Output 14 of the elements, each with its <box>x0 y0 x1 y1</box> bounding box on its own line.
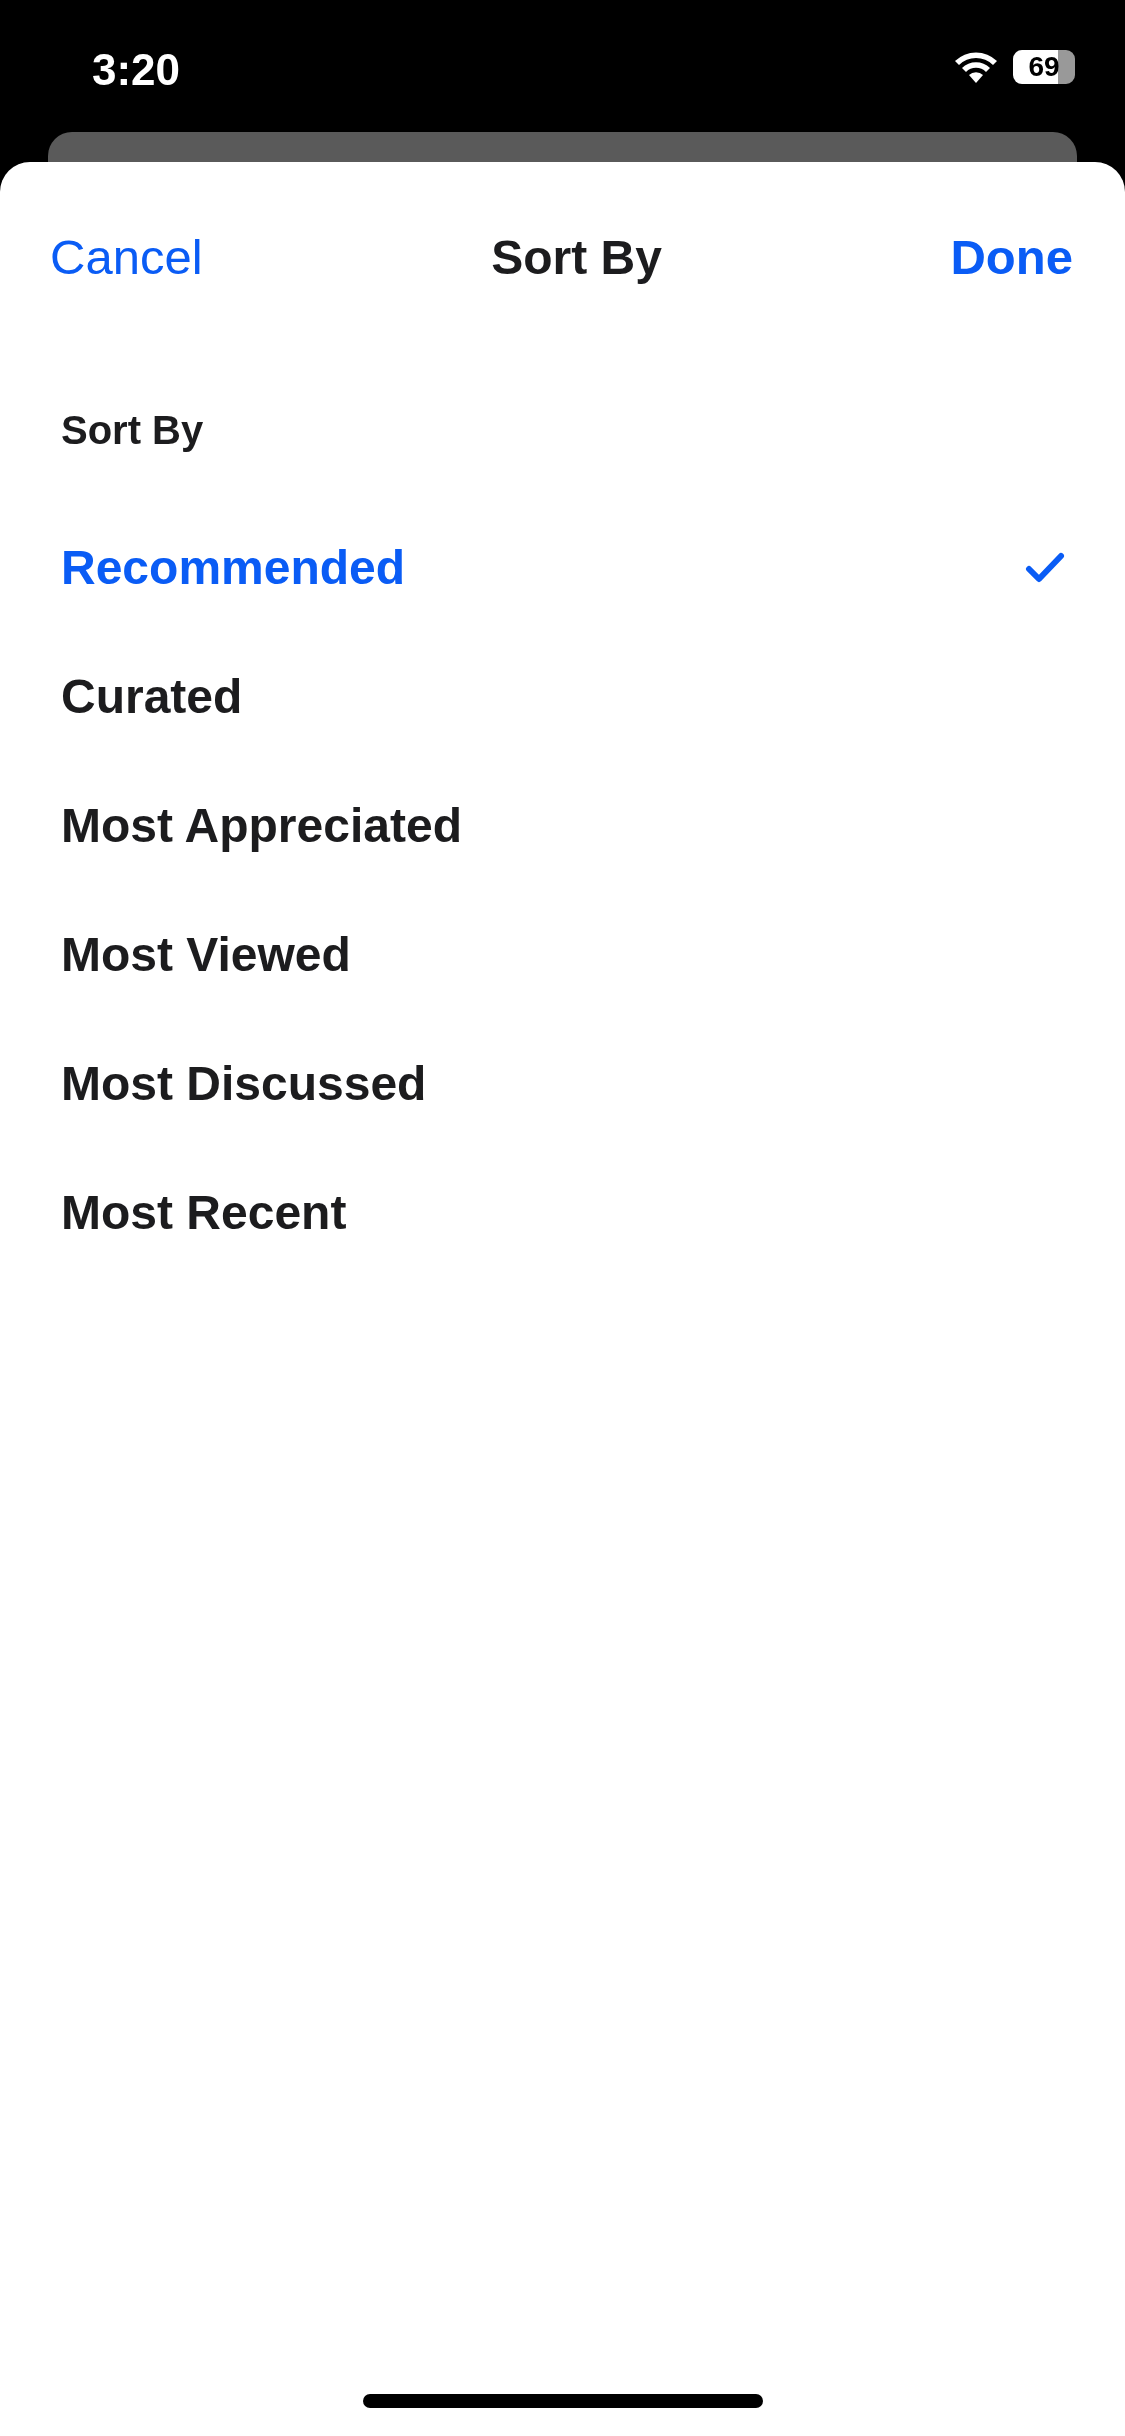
wifi-icon <box>953 50 999 84</box>
sort-option[interactable]: Recommended <box>0 503 1125 632</box>
sort-option[interactable]: Most Recent <box>0 1148 1125 1277</box>
sort-option[interactable]: Curated <box>0 632 1125 761</box>
section-title: Sort By <box>60 407 205 453</box>
done-button[interactable]: Done <box>950 229 1073 285</box>
sort-option[interactable]: Most Discussed <box>0 1019 1125 1148</box>
cancel-button[interactable]: Cancel <box>50 229 203 285</box>
checkmark-icon <box>1025 551 1065 584</box>
status-time: 3:20 <box>92 45 181 95</box>
sort-option[interactable]: Most Appreciated <box>0 761 1125 890</box>
sort-option[interactable]: Most Viewed <box>0 890 1125 1019</box>
sheet-title: Sort By <box>491 229 662 285</box>
battery-icon: 69 <box>1013 50 1075 84</box>
